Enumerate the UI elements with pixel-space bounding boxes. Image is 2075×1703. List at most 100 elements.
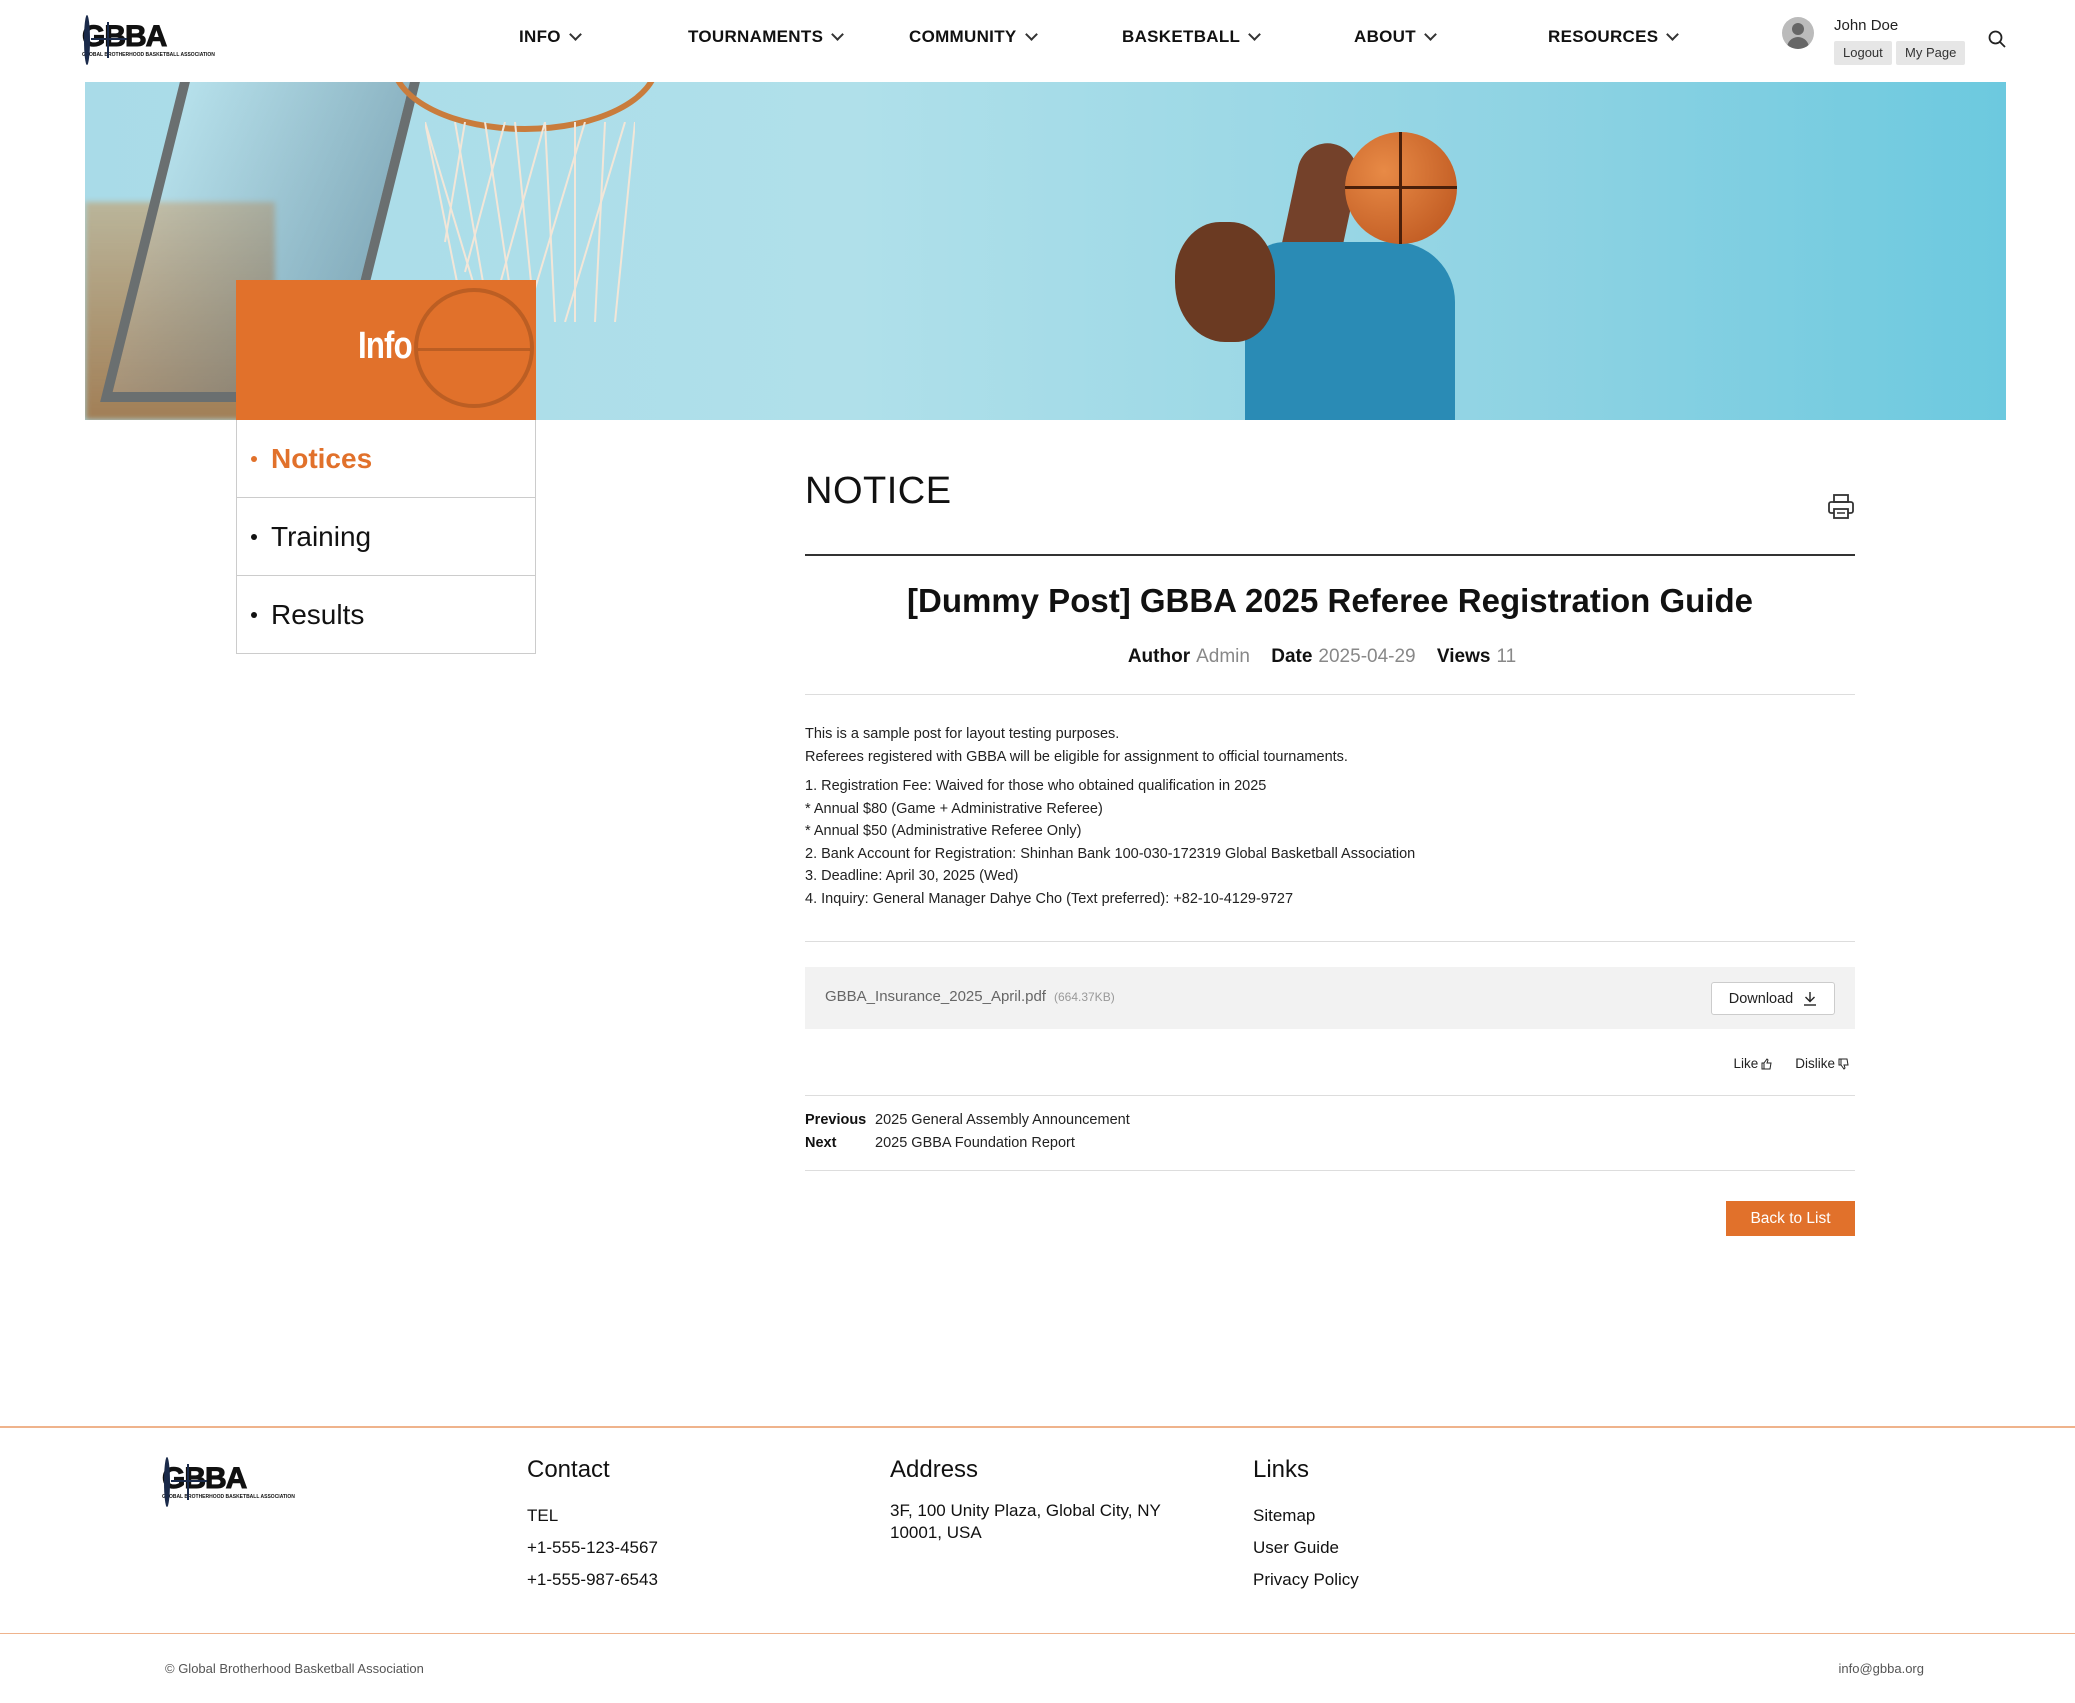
sidebar-item-label: Training — [271, 520, 372, 552]
back-to-list-button[interactable]: Back to List — [1726, 1201, 1855, 1236]
nav-info[interactable]: INFO — [519, 27, 582, 47]
nav-basketball-label: BASKETBALL — [1122, 27, 1241, 46]
footer-address-heading: Address — [890, 1456, 979, 1483]
logo-text: GBBA — [82, 19, 168, 53]
bullet-icon — [251, 533, 257, 540]
thumbs-up-icon — [1761, 1057, 1772, 1069]
logo-subtitle: GLOBAL BROTHERHOOD BASKETBALL ASSOCIATIO… — [162, 1493, 295, 1500]
logo-subtitle: GLOBAL BROTHERHOOD BASKETBALL ASSOCIATIO… — [82, 51, 215, 58]
avatar-icon — [1782, 17, 1814, 49]
body-list-item: * Annual $50 (Administrative Referee Onl… — [805, 823, 1082, 839]
user-name: John Doe — [1834, 17, 1899, 34]
body-list-item: 3. Deadline: April 30, 2025 (Wed) — [805, 868, 1019, 884]
link-user-guide[interactable]: User Guide — [1253, 1532, 1359, 1564]
nav-info-label: INFO — [519, 27, 561, 46]
post-meta: Author Admin Date 2025-04-29 Views 11 — [805, 646, 1855, 668]
previous-title[interactable]: 2025 General Assembly Announcement — [875, 1109, 1130, 1132]
link-privacy-policy[interactable]: Privacy Policy — [1253, 1564, 1359, 1596]
logo-icon — [164, 1457, 207, 1507]
navigation-divider — [805, 1170, 1855, 1171]
views-label: Views — [1436, 646, 1491, 667]
sidebar-item-results[interactable]: Results — [237, 576, 535, 654]
date-label: Date — [1271, 646, 1313, 667]
footer-links-heading: Links — [1253, 1456, 1310, 1483]
date-value: 2025-04-29 — [1318, 646, 1416, 667]
attachment-box: GBBA_Insurance_2025_April.pdf (664.37KB) … — [805, 967, 1855, 1029]
next-title[interactable]: 2025 GBBA Foundation Report — [875, 1132, 1075, 1155]
search-icon[interactable] — [1988, 30, 2006, 48]
print-icon[interactable] — [1827, 492, 1855, 520]
post-view: NOTICE [Dummy Post] GBBA 2025 Referee Re… — [805, 470, 1855, 1236]
body-paragraph: Referees registered with GBBA will be el… — [805, 748, 1348, 765]
dislike-button[interactable]: Dislike — [1795, 1056, 1850, 1071]
meta-divider — [805, 694, 1855, 695]
reaction-divider — [805, 1095, 1855, 1096]
views-value: 11 — [1496, 646, 1517, 667]
footer-contact: Contact TEL +1-555-123-4567 +1-555-987-6… — [527, 1456, 658, 1596]
attachment-filename: GBBA_Insurance_2025_April.pdf — [825, 988, 1046, 1005]
previous-label: Previous — [805, 1112, 867, 1128]
sidebar-item-notices[interactable]: Notices — [237, 420, 535, 498]
body-list-item: 4. Inquiry: General Manager Dahye Cho (T… — [805, 890, 1294, 907]
address-text: 3F, 100 Unity Plaza, Global City, NY 100… — [890, 1501, 1161, 1542]
footer-logo[interactable]: GBBA GLOBAL BROTHERHOOD BASKETBALL ASSOC… — [162, 1455, 295, 1509]
hero-player-head — [1175, 222, 1275, 342]
section-title: Info — [358, 325, 413, 367]
logo-text: GBBA — [162, 1461, 248, 1495]
nav-resources-label: RESOURCES — [1548, 27, 1659, 46]
phone-number: +1-555-987-6543 — [527, 1570, 658, 1589]
hero-basketball — [1345, 132, 1457, 244]
chevron-down-icon — [1666, 27, 1680, 41]
next-label: Next — [805, 1134, 837, 1151]
link-sitemap[interactable]: Sitemap — [1253, 1500, 1359, 1532]
attachment-file[interactable]: GBBA_Insurance_2025_April.pdf (664.37KB) — [825, 988, 1115, 1005]
board-title: NOTICE — [805, 470, 952, 512]
title-divider — [805, 554, 1855, 556]
my-page-button[interactable]: My Page — [1896, 41, 1966, 65]
nav-community[interactable]: COMMUNITY — [909, 27, 1038, 47]
like-button[interactable]: Like — [1733, 1056, 1773, 1071]
footer-email[interactable]: info@gbba.org — [1839, 1661, 1924, 1676]
next-post[interactable]: Next 2025 GBBA Foundation Report — [805, 1132, 1130, 1155]
download-icon — [1804, 992, 1817, 1006]
body-list-item: * Annual $80 (Game + Administrative Refe… — [805, 800, 1103, 817]
sidebar: Notices Training Results — [236, 420, 536, 654]
body-divider — [805, 941, 1855, 942]
like-label: Like — [1733, 1056, 1759, 1071]
nav-resources[interactable]: RESOURCES — [1548, 27, 1680, 47]
chevron-down-icon — [568, 27, 582, 41]
nav-tournaments[interactable]: TOURNAMENTS — [688, 27, 845, 47]
nav-basketball[interactable]: BASKETBALL — [1122, 27, 1262, 47]
copyright: © Global Brotherhood Basketball Associat… — [165, 1661, 424, 1676]
hero-player-jersey — [1245, 242, 1455, 420]
nav-about[interactable]: ABOUT — [1354, 27, 1437, 47]
nav-community-label: COMMUNITY — [909, 27, 1017, 46]
logo-wordmark: GBBA GLOBAL BROTHERHOOD BASKETBALL ASSOC… — [82, 19, 215, 59]
attachment-size: (664.37KB) — [1053, 990, 1115, 1004]
author-label: Author — [1127, 646, 1191, 667]
download-label: Download — [1728, 990, 1794, 1007]
sidebar-item-label: Notices — [271, 442, 373, 474]
body-paragraph: This is a sample post for layout testing… — [805, 726, 1120, 742]
post-title: [Dummy Post] GBBA 2025 Referee Registrat… — [907, 582, 1753, 619]
logo-wordmark: GBBA GLOBAL BROTHERHOOD BASKETBALL ASSOC… — [162, 1461, 295, 1501]
sidebar-item-training[interactable]: Training — [237, 498, 535, 576]
author-value: Admin — [1196, 646, 1250, 667]
body-list-item: 2. Bank Account for Registration: Shinha… — [805, 845, 1416, 862]
bullet-icon — [251, 455, 257, 462]
tel-label: TEL — [527, 1506, 559, 1525]
download-button[interactable]: Download — [1711, 982, 1835, 1015]
site-logo[interactable]: GBBA GLOBAL BROTHERHOOD BASKETBALL ASSOC… — [82, 13, 215, 67]
footer-links: Links Sitemap User Guide Privacy Policy — [1253, 1456, 1359, 1596]
body-list-item: 1. Registration Fee: Waived for those wh… — [805, 778, 1267, 794]
bullet-icon — [251, 611, 257, 618]
previous-post[interactable]: Previous 2025 General Assembly Announcem… — [805, 1109, 1130, 1132]
logo-icon — [84, 15, 127, 65]
logout-button[interactable]: Logout — [1834, 41, 1892, 65]
chevron-down-icon — [1024, 27, 1038, 41]
chevron-down-icon — [831, 27, 845, 41]
post-body: This is a sample post for layout testing… — [805, 723, 1855, 910]
footer-bottom-divider — [0, 1633, 2075, 1634]
nav-tournaments-label: TOURNAMENTS — [688, 27, 824, 46]
nav-about-label: ABOUT — [1354, 27, 1416, 46]
